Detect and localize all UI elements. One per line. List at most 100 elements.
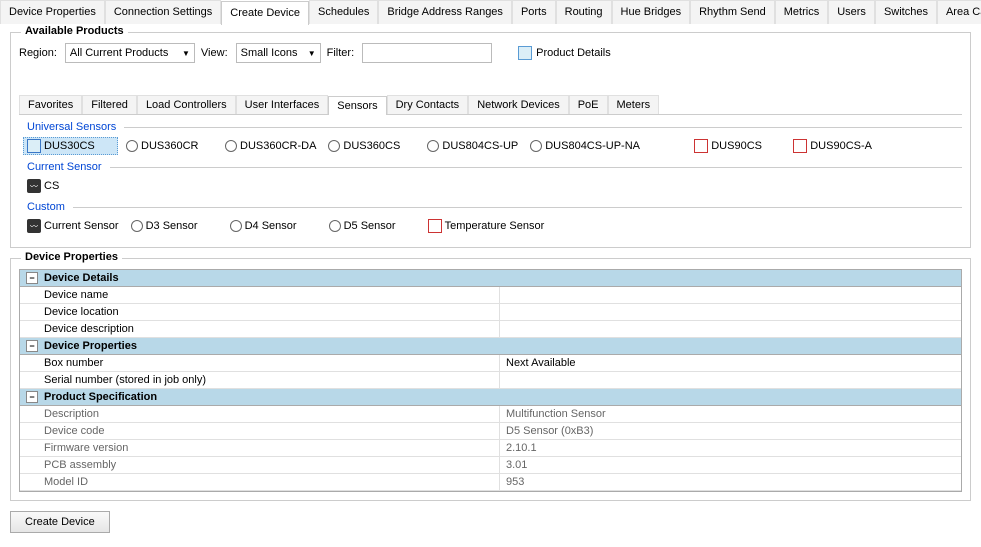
available-products-group: Available Products Region: All Current P…: [10, 32, 971, 248]
product-label: D4 Sensor: [245, 220, 297, 232]
prop-row[interactable]: Box numberNext Available: [20, 355, 961, 372]
prop-key: Device name: [20, 287, 500, 303]
main-tab-device-properties[interactable]: Device Properties: [0, 0, 105, 24]
product-label: D3 Sensor: [146, 220, 198, 232]
main-tab-hue-bridges[interactable]: Hue Bridges: [612, 0, 691, 24]
prop-value: D5 Sensor (0xB3): [500, 423, 961, 439]
prop-group-header[interactable]: −Product Specification: [20, 389, 961, 406]
section-header: Custom: [27, 201, 962, 213]
product-label: DUS804CS-UP: [442, 140, 518, 152]
prop-row[interactable]: Device description: [20, 321, 961, 338]
product-label: CS: [44, 180, 59, 192]
collapse-icon[interactable]: −: [26, 340, 38, 352]
category-tab-dry-contacts[interactable]: Dry Contacts: [387, 95, 469, 114]
product-item[interactable]: D4 Sensor: [226, 217, 321, 235]
product-item[interactable]: DUS360CR: [122, 137, 217, 155]
product-details-link[interactable]: Product Details: [518, 46, 611, 60]
chevron-down-icon: ▼: [308, 49, 316, 58]
prop-row[interactable]: Device name: [20, 287, 961, 304]
create-device-button[interactable]: Create Device: [10, 511, 110, 533]
product-item[interactable]: DUS360CR-DA: [221, 137, 320, 155]
filter-input[interactable]: [362, 43, 492, 63]
product-label: Temperature Sensor: [445, 220, 545, 232]
prop-key: Serial number (stored in job only): [20, 372, 500, 388]
prop-row[interactable]: Device location: [20, 304, 961, 321]
product-item[interactable]: DUS90CS-A: [789, 137, 884, 155]
product-icon: 〰: [27, 219, 41, 233]
category-tab-poe[interactable]: PoE: [569, 95, 608, 114]
prop-value[interactable]: [500, 372, 961, 388]
prop-value: 3.01: [500, 457, 961, 473]
main-tab-switches[interactable]: Switches: [875, 0, 937, 24]
main-tab-users[interactable]: Users: [828, 0, 875, 24]
prop-key: Device location: [20, 304, 500, 320]
main-tab-routing[interactable]: Routing: [556, 0, 612, 24]
product-label: DUS360CR-DA: [240, 140, 316, 152]
prop-row: Firmware version2.10.1: [20, 440, 961, 457]
region-combo[interactable]: All Current Products ▼: [65, 43, 195, 63]
product-item[interactable]: DUS360CS: [324, 137, 419, 155]
main-tab-metrics[interactable]: Metrics: [775, 0, 828, 24]
product-icon: [530, 140, 542, 152]
chevron-down-icon: ▼: [182, 49, 190, 58]
product-icon: [131, 220, 143, 232]
product-item[interactable]: 〰Current Sensor: [23, 217, 123, 235]
prop-value: Multifunction Sensor: [500, 406, 961, 422]
collapse-icon[interactable]: −: [26, 272, 38, 284]
main-tab-area-cascading[interactable]: Area Cascading: [937, 0, 981, 24]
category-tab-favorites[interactable]: Favorites: [19, 95, 82, 114]
main-tab-schedules[interactable]: Schedules: [309, 0, 378, 24]
product-icon: [694, 139, 708, 153]
section-header: Universal Sensors: [27, 121, 962, 133]
product-icon: [225, 140, 237, 152]
product-icon: [428, 219, 442, 233]
products-toolbar: Region: All Current Products ▼ View: Sma…: [19, 43, 962, 63]
product-icon: [126, 140, 138, 152]
category-tab-meters[interactable]: Meters: [608, 95, 660, 114]
main-tab-create-device[interactable]: Create Device: [221, 1, 309, 25]
prop-group-title: Device Details: [44, 272, 119, 284]
product-item[interactable]: 〰CS: [23, 177, 118, 195]
section-header: Current Sensor: [27, 161, 962, 173]
category-tab-filtered[interactable]: Filtered: [82, 95, 137, 114]
category-tab-user-interfaces[interactable]: User Interfaces: [236, 95, 329, 114]
prop-row[interactable]: Serial number (stored in job only): [20, 372, 961, 389]
product-label: DUS90CS-A: [810, 140, 872, 152]
prop-value[interactable]: [500, 304, 961, 320]
main-tab-rhythm-send[interactable]: Rhythm Send: [690, 0, 775, 24]
product-item[interactable]: Temperature Sensor: [424, 217, 549, 235]
product-icon: [427, 140, 439, 152]
prop-value[interactable]: [500, 321, 961, 337]
collapse-icon[interactable]: −: [26, 391, 38, 403]
main-tab-ports[interactable]: Ports: [512, 0, 556, 24]
prop-row: Device codeD5 Sensor (0xB3): [20, 423, 961, 440]
product-category-tabs: FavoritesFilteredLoad ControllersUser In…: [19, 95, 962, 115]
section-items: 〰Current Sensor D3 Sensor D4 Sensor D5 Sens…: [19, 217, 962, 235]
prop-value[interactable]: [500, 287, 961, 303]
product-item[interactable]: DUS30CS: [23, 137, 118, 155]
product-item[interactable]: D3 Sensor: [127, 217, 222, 235]
prop-key: PCB assembly: [20, 457, 500, 473]
prop-group-header[interactable]: −Device Details: [20, 270, 961, 287]
product-icon: [329, 220, 341, 232]
product-item[interactable]: DUS90CS: [690, 137, 785, 155]
prop-row: Model ID953: [20, 474, 961, 491]
region-label: Region:: [19, 47, 57, 59]
product-icon: [230, 220, 242, 232]
property-grid: −Device DetailsDevice nameDevice locatio…: [19, 269, 962, 492]
category-tab-load-controllers[interactable]: Load Controllers: [137, 95, 236, 114]
category-tab-network-devices[interactable]: Network Devices: [468, 95, 569, 114]
product-icon: [27, 139, 41, 153]
product-item[interactable]: D5 Sensor: [325, 217, 420, 235]
product-item[interactable]: DUS804CS-UP-NA: [526, 137, 686, 155]
details-icon: [518, 46, 532, 60]
product-item[interactable]: DUS804CS-UP: [423, 137, 522, 155]
prop-group-header[interactable]: −Device Properties: [20, 338, 961, 355]
prop-value[interactable]: Next Available: [500, 355, 961, 371]
main-tab-connection-settings[interactable]: Connection Settings: [105, 0, 221, 24]
view-combo[interactable]: Small Icons ▼: [236, 43, 321, 63]
product-label: D5 Sensor: [344, 220, 396, 232]
category-tab-sensors[interactable]: Sensors: [328, 96, 386, 115]
main-tab-bridge-address-ranges[interactable]: Bridge Address Ranges: [378, 0, 512, 24]
prop-key: Device description: [20, 321, 500, 337]
